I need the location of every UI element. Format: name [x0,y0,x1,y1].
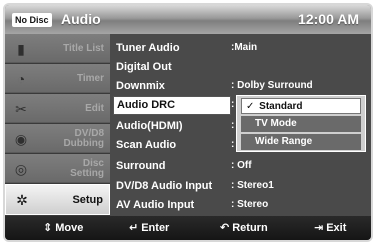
menu-row-label: AV Audio Input [116,199,195,211]
sidebar-item-label: DV/D8 Dubbing [32,124,104,153]
dropdown-option-label: Wide Range [255,136,313,147]
menu-row-audio-drc[interactable]: Audio DRC [113,96,231,115]
sidebar: ▮ Title List ◔ Timer ✂ Edit ◉ DV/D8 Dubbi… [5,34,110,216]
clock: 12:00 AM [298,11,359,27]
dropdown-option-standard[interactable]: ✓ Standard [241,98,361,114]
menu-row-value: : [231,120,235,131]
menu-row-label: Scan Audio [116,139,177,151]
exit-hint-label: Exit [326,222,347,234]
sidebar-label-line2: Setting [70,167,104,179]
menu-row-digital-out[interactable]: Digital Out [110,58,371,77]
exit-hint[interactable]: ⇥ Exit [314,221,346,234]
menu-row-label: Audio DRC [117,99,176,111]
menu-row-value: : [231,139,235,150]
sidebar-label-line2: Dubbing [63,137,104,149]
sidebar-item-disc-setting[interactable]: ◎ Disc Setting [5,154,110,183]
sidebar-item-label: Disc Setting [32,154,104,183]
header-bar: No Disc Audio 12:00 AM [5,5,371,34]
menu-row-value: : Off [231,160,252,171]
audio-drc-dropdown: ✓ Standard TV Mode Wide Range [236,95,366,152]
film-icon: ▮ [17,41,25,57]
menu-row-downmix[interactable]: Downmix : Dolby Surround [110,77,371,96]
enter-icon: ↵ [129,222,139,234]
menu-row-value: : Stereo [231,199,269,210]
menu-row-label: Digital Out [116,61,172,73]
disc-status-badge: No Disc [12,13,52,27]
sidebar-item-setup[interactable]: ✲ Setup [5,184,110,215]
sidebar-item-dv-dubbing[interactable]: ◉ DV/D8 Dubbing [5,124,110,153]
menu-row-surround[interactable]: Surround : Off [110,157,371,176]
return-hint-label: Return [232,222,268,234]
menu-row-value: : [231,99,235,110]
exit-icon: ⇥ [314,222,324,234]
menu-row-label: Downmix [116,80,165,92]
sidebar-item-timer[interactable]: ◔ Timer [5,64,110,93]
menu-row-label: Audio(HDMI) [116,120,183,132]
scissors-icon: ✂ [15,101,27,117]
clock-icon: ◔ [16,71,26,87]
menu-row-av-audio-input[interactable]: AV Audio Input : Stereo [110,196,371,215]
sidebar-item-title-list[interactable]: ▮ Title List [5,34,110,63]
enter-hint-label: Enter [141,222,170,234]
dropdown-option-label: Standard [259,101,303,112]
menu-row-value: :Main [231,42,258,53]
sidebar-item-edit[interactable]: ✂ Edit [5,94,110,123]
sidebar-item-label: Edit [85,102,104,114]
dropdown-option-wide-range[interactable]: Wide Range [241,134,361,150]
menu-row-label: Surround [116,160,166,172]
move-hint: ⇕ Move [43,221,83,234]
page-title: Audio [61,11,101,27]
menu-row-audio-drc-value: : [110,96,234,115]
menu-row-label: Tuner Audio [116,42,180,54]
dropdown-option-label: TV Mode [255,118,297,129]
menu-row-label: DV/D8 Audio Input [116,180,213,192]
gear-icon: ✲ [16,192,28,208]
return-hint[interactable]: ↶ Return [220,221,268,234]
sidebar-item-label: Title List [63,42,104,54]
disc-icon: ◎ [14,161,28,177]
enter-hint[interactable]: ↵ Enter [129,221,169,234]
menu-row-dv-audio-input[interactable]: DV/D8 Audio Input : Stereo1 [110,177,371,196]
check-icon: ✓ [246,101,255,112]
up-down-arrow-icon: ⇕ [43,222,53,234]
return-arrow-icon: ↶ [220,222,230,234]
menu-row-value: : Stereo1 [231,180,274,191]
menu-row-tuner-audio[interactable]: Tuner Audio :Main [110,39,371,58]
disc-dubbing-icon: ◉ [14,131,28,147]
sidebar-item-label: Setup [72,193,103,206]
dvd-setup-screen: No Disc Audio 12:00 AM ▮ Title List ◔ Ti… [3,3,373,242]
sidebar-item-label: Timer [76,72,104,84]
dropdown-option-tv-mode[interactable]: TV Mode [241,116,361,132]
move-hint-label: Move [55,222,84,234]
menu-row-value: : Dolby Surround [231,80,313,91]
footer-hint-bar: ⇕ Move ↵ Enter ↶ Return ⇥ Exit [5,216,371,240]
